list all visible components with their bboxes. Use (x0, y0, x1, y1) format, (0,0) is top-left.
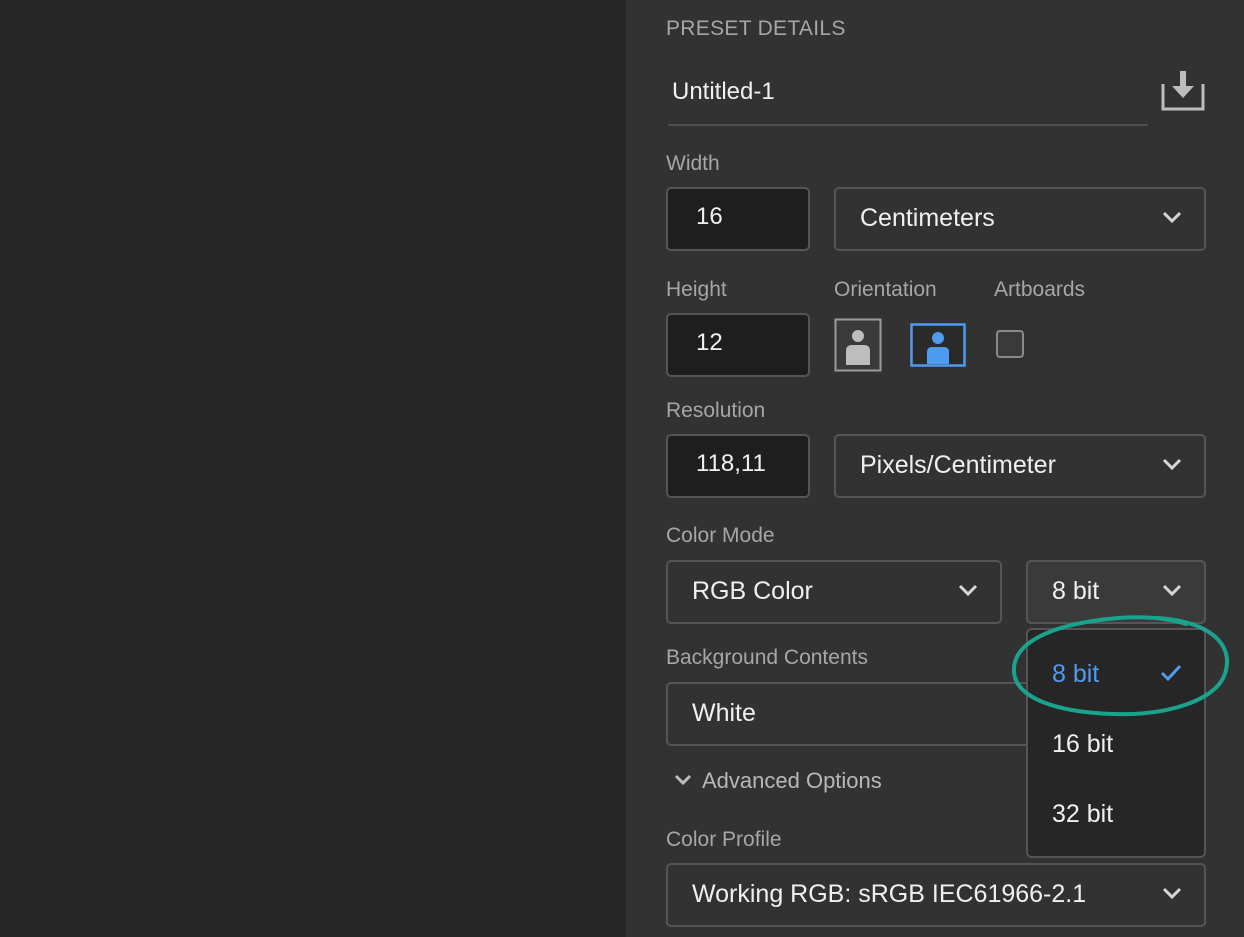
resolution-unit-value: Pixels/Centimeter (860, 451, 1056, 479)
bit-depth-select[interactable]: 8 bit (1026, 560, 1206, 624)
chevron-down-icon (1162, 211, 1182, 224)
background-contents-value: White (692, 699, 756, 727)
color-profile-label: Color Profile (666, 828, 782, 851)
resolution-label: Resolution (666, 399, 766, 422)
bit-depth-menu: 8 bit 16 bit 32 bit (1026, 628, 1206, 858)
bit-depth-value: 8 bit (1052, 577, 1100, 605)
preset-name-input[interactable]: Untitled-1 (668, 70, 1148, 126)
color-profile-value: Working RGB: sRGB IEC61966-2.1 (692, 880, 1087, 908)
resolution-unit-select[interactable]: Pixels/Centimeter (834, 434, 1206, 498)
color-mode-label: Color Mode (666, 524, 775, 547)
artboards-checkbox[interactable] (996, 330, 1024, 358)
section-title: PRESET DETAILS (666, 17, 846, 40)
width-unit-select[interactable]: Centimeters (834, 187, 1206, 251)
chevron-down-icon (1162, 584, 1182, 597)
resolution-input[interactable]: 118,11 (666, 434, 810, 498)
resolution-value: 118,11 (696, 450, 766, 477)
chevron-down-icon (1162, 458, 1182, 471)
bit-depth-option-16[interactable]: 16 bit (1052, 730, 1113, 759)
chevron-down-icon (958, 584, 978, 597)
background-contents-label: Background Contents (666, 646, 868, 669)
checkmark-icon (1160, 664, 1182, 682)
bit-depth-option-8[interactable]: 8 bit (1052, 660, 1099, 689)
width-label: Width (666, 152, 720, 175)
preset-details-panel: PRESET DETAILS Untitled-1 Width 16 Centi… (626, 0, 1244, 937)
landscape-orientation-icon[interactable] (910, 323, 966, 367)
width-value: 16 (696, 203, 723, 230)
chevron-down-icon (1162, 887, 1182, 900)
document-canvas-area (0, 0, 626, 937)
color-mode-value: RGB Color (692, 577, 813, 605)
orientation-label: Orientation (834, 278, 937, 301)
preset-name-value: Untitled-1 (672, 78, 775, 105)
color-mode-select[interactable]: RGB Color (666, 560, 1002, 624)
save-preset-icon[interactable] (1160, 70, 1206, 112)
height-value: 12 (696, 329, 723, 356)
portrait-orientation-icon[interactable] (834, 318, 882, 372)
height-label: Height (666, 278, 727, 301)
width-input[interactable]: 16 (666, 187, 810, 251)
width-unit-value: Centimeters (860, 204, 995, 232)
artboards-label: Artboards (994, 278, 1086, 301)
color-profile-select[interactable]: Working RGB: sRGB IEC61966-2.1 (666, 863, 1206, 927)
chevron-down-icon (674, 774, 692, 786)
bit-depth-option-32[interactable]: 32 bit (1052, 800, 1113, 829)
height-input[interactable]: 12 (666, 313, 810, 377)
advanced-options-label: Advanced Options (702, 768, 882, 793)
